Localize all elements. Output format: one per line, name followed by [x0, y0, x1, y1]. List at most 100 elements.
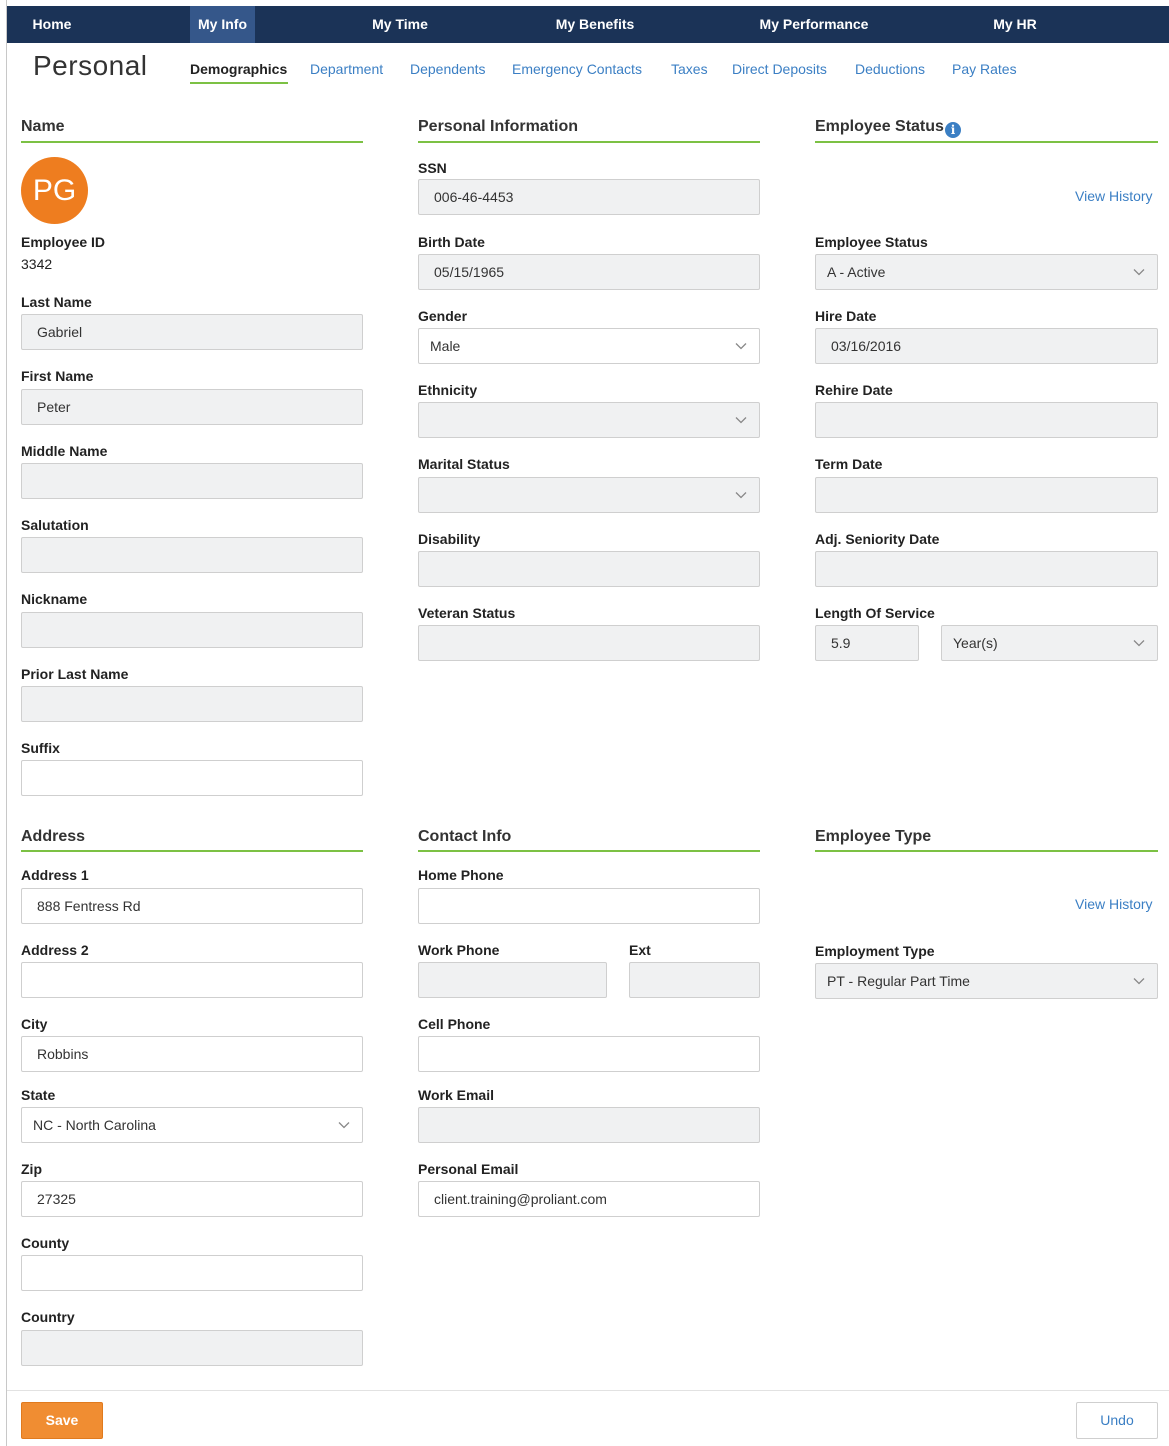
disability-field[interactable] — [418, 551, 760, 587]
ethnicity-select[interactable] — [418, 402, 760, 438]
state-select[interactable]: NC - North Carolina — [21, 1107, 363, 1143]
city-label: City — [21, 1016, 48, 1032]
personal-email-label: Personal Email — [418, 1161, 519, 1177]
tab-dependents[interactable]: Dependents — [410, 61, 486, 77]
tab-demographics[interactable]: Demographics — [190, 61, 287, 77]
first-name-label: First Name — [21, 368, 94, 384]
nav-my-hr[interactable]: My HR — [983, 6, 1047, 43]
employee-id-value: 3342 — [21, 256, 53, 272]
nickname-field[interactable] — [21, 612, 363, 648]
nav-my-benefits[interactable]: My Benefits — [545, 6, 645, 43]
zip-label: Zip — [21, 1161, 42, 1177]
employee-type-section-title: Employee Type — [815, 828, 932, 845]
length-of-service-field[interactable]: 5.9 — [815, 625, 919, 661]
section-divider — [418, 141, 760, 143]
page-frame — [6, 0, 1169, 1446]
last-name-field[interactable]: Gabriel — [21, 314, 363, 350]
ethnicity-label: Ethnicity — [418, 382, 478, 398]
nav-my-info[interactable]: My Info — [190, 6, 255, 43]
address1-label: Address 1 — [21, 867, 89, 883]
active-tab-indicator — [190, 82, 288, 84]
birth-date-field[interactable]: 05/15/1965 — [418, 254, 760, 290]
employment-type-value: PT - Regular Part Time — [827, 973, 970, 989]
ext-label: Ext — [629, 942, 651, 958]
tab-department[interactable]: Department — [310, 61, 383, 77]
length-unit-select[interactable]: Year(s) — [941, 625, 1158, 661]
suffix-field[interactable] — [21, 760, 363, 796]
salutation-field[interactable] — [21, 537, 363, 573]
employee-status-value: A - Active — [827, 264, 886, 280]
zip-field[interactable]: 27325 — [21, 1181, 363, 1217]
nav-my-performance[interactable]: My Performance — [750, 6, 878, 43]
section-divider — [815, 850, 1158, 852]
save-button[interactable]: Save — [21, 1402, 103, 1439]
hire-date-field[interactable]: 03/16/2016 — [815, 328, 1158, 364]
work-phone-label: Work Phone — [418, 942, 500, 958]
employment-type-select[interactable]: PT - Regular Part Time — [815, 963, 1158, 999]
chevron-down-icon — [1133, 964, 1145, 998]
undo-button[interactable]: Undo — [1076, 1402, 1158, 1439]
work-email-field[interactable] — [418, 1107, 760, 1143]
nav-my-time[interactable]: My Time — [364, 6, 436, 43]
country-field[interactable] — [21, 1330, 363, 1366]
cell-phone-label: Cell Phone — [418, 1016, 491, 1032]
middle-name-field[interactable] — [21, 463, 363, 499]
ext-field[interactable] — [629, 962, 760, 998]
disability-label: Disability — [418, 531, 481, 547]
last-name-label: Last Name — [21, 294, 92, 310]
chevron-down-icon — [1133, 626, 1145, 660]
term-date-field[interactable] — [815, 477, 1158, 513]
suffix-label: Suffix — [21, 740, 60, 756]
gender-value: Male — [430, 338, 461, 354]
view-history-link[interactable]: View History — [1075, 188, 1153, 204]
page-title: Personal — [33, 50, 148, 81]
length-of-service-label: Length Of Service — [815, 605, 935, 621]
section-divider — [815, 141, 1158, 143]
tab-taxes[interactable]: Taxes — [671, 61, 708, 77]
chevron-down-icon — [735, 329, 747, 363]
ssn-field[interactable]: 006-46-4453 — [418, 179, 760, 215]
cell-phone-field[interactable] — [418, 1036, 760, 1072]
hire-date-label: Hire Date — [815, 308, 877, 324]
tab-pay-rates[interactable]: Pay Rates — [952, 61, 1017, 77]
first-name-field[interactable]: Peter — [21, 389, 363, 425]
nav-home[interactable]: Home — [21, 6, 83, 43]
length-unit-value: Year(s) — [953, 635, 998, 651]
address2-label: Address 2 — [21, 942, 89, 958]
veteran-status-field[interactable] — [418, 625, 760, 661]
home-phone-field[interactable] — [418, 888, 760, 924]
employee-status-label: Employee Status — [815, 234, 928, 250]
view-history-link[interactable]: View History — [1075, 896, 1153, 912]
personal-info-section-title: Personal Information — [418, 118, 579, 135]
info-icon[interactable]: i — [945, 122, 961, 138]
employee-status-section-title: Employee Status — [815, 118, 944, 135]
nickname-label: Nickname — [21, 591, 88, 607]
section-divider — [21, 141, 363, 143]
address-section-title: Address — [21, 828, 86, 845]
chevron-down-icon — [1133, 255, 1145, 289]
state-value: NC - North Carolina — [33, 1117, 156, 1133]
rehire-date-field[interactable] — [815, 402, 1158, 438]
city-field[interactable]: Robbins — [21, 1036, 363, 1072]
middle-name-label: Middle Name — [21, 443, 108, 459]
address2-field[interactable] — [21, 962, 363, 998]
adj-seniority-date-field[interactable] — [815, 551, 1158, 587]
personal-email-field[interactable]: client.training@proliant.com — [418, 1181, 760, 1217]
section-divider — [21, 850, 363, 852]
state-label: State — [21, 1087, 56, 1103]
county-field[interactable] — [21, 1255, 363, 1291]
chevron-down-icon — [735, 403, 747, 437]
tab-emergency-contacts[interactable]: Emergency Contacts — [512, 61, 642, 77]
prior-last-name-field[interactable] — [21, 686, 363, 722]
address1-field[interactable]: 888 Fentress Rd — [21, 888, 363, 924]
tab-direct-deposits[interactable]: Direct Deposits — [732, 61, 827, 77]
employee-status-select[interactable]: A - Active — [815, 254, 1158, 290]
adj-seniority-date-label: Adj. Seniority Date — [815, 531, 940, 547]
work-phone-field[interactable] — [418, 962, 607, 998]
ssn-label: SSN — [418, 160, 447, 176]
employee-id-label: Employee ID — [21, 234, 106, 250]
avatar: PG — [21, 157, 88, 224]
marital-status-select[interactable] — [418, 477, 760, 513]
gender-select[interactable]: Male — [418, 328, 760, 364]
tab-deductions[interactable]: Deductions — [855, 61, 925, 77]
